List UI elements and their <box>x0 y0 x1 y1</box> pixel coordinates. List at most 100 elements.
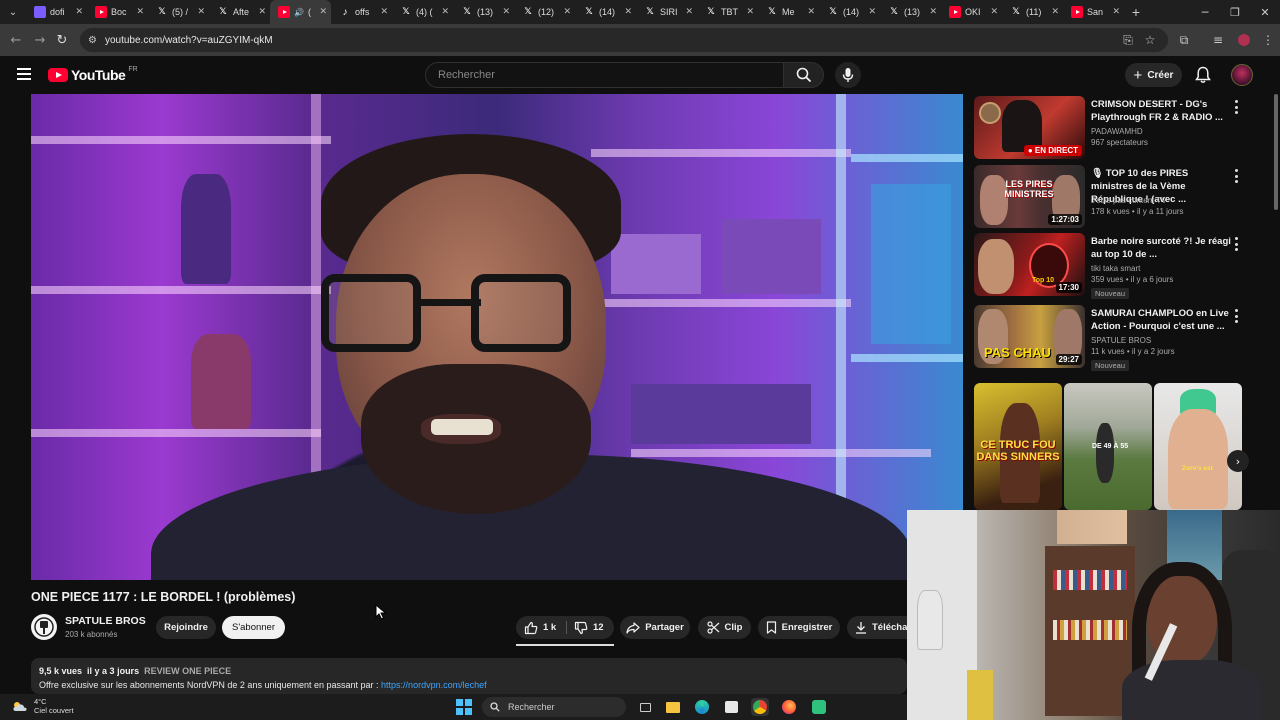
browser-tab[interactable]: 𝕏 SIRI ✕ <box>636 0 697 24</box>
close-tab-icon[interactable]: ✕ <box>624 7 632 17</box>
firefox-icon[interactable] <box>780 698 798 716</box>
edge-icon[interactable] <box>693 698 711 716</box>
dislike-button[interactable]: 12 <box>574 616 604 639</box>
app-icon[interactable] <box>810 698 828 716</box>
recommendation-item[interactable]: LES PIRES MINISTRES 1:27:03 🎙 TOP 10 des… <box>974 165 1270 229</box>
search-input[interactable] <box>438 69 758 81</box>
close-tab-icon[interactable]: ✕ <box>319 7 327 17</box>
description-box[interactable]: 9,5 k vues il y a 3 jours REVIEW ONE PIE… <box>31 658 907 694</box>
close-tab-icon[interactable]: ✕ <box>685 7 693 17</box>
browser-menu-icon[interactable]: ⋮ <box>1260 32 1276 48</box>
browser-tab[interactable]: 𝕏 Afte ✕ <box>209 0 270 24</box>
browser-tab[interactable]: 𝕏 Me ✕ <box>758 0 819 24</box>
tab-search-dropdown[interactable]: ⌄ <box>0 0 26 24</box>
recommendation-item[interactable]: PAS CHAU 29:27 SAMURAI CHAMPLOO en Live … <box>974 305 1270 371</box>
close-tab-icon[interactable]: ✕ <box>1051 7 1059 17</box>
menu-icon[interactable] <box>17 68 31 80</box>
video-tag[interactable]: REVIEW ONE PIECE <box>144 666 231 676</box>
short-item[interactable]: Zoro's est <box>1154 383 1242 510</box>
browser-tab[interactable]: 𝕏 (5) / ✕ <box>148 0 209 24</box>
close-tab-icon[interactable]: ✕ <box>746 7 754 17</box>
forward-icon[interactable]: → <box>28 28 52 52</box>
browser-tab[interactable]: 𝕏 (13) ✕ <box>880 0 941 24</box>
browser-tab[interactable]: 𝕏 (14) ✕ <box>575 0 636 24</box>
recommendation-channel[interactable]: PADAWAMHD <box>1091 127 1143 136</box>
shorts-next-button[interactable]: › <box>1227 450 1249 472</box>
browser-tab[interactable]: 𝕏 (11) ✕ <box>1002 0 1063 24</box>
recommendation-channel[interactable]: tiki taka smart <box>1091 264 1140 273</box>
browser-tab[interactable]: 𝕏 (14) ✕ <box>819 0 880 24</box>
audio-playing-icon[interactable]: 🔊 <box>294 8 304 17</box>
close-window-button[interactable]: ✕ <box>1250 0 1280 24</box>
video-player[interactable] <box>31 94 963 580</box>
account-avatar[interactable] <box>1231 64 1253 86</box>
close-tab-icon[interactable]: ✕ <box>1112 7 1120 17</box>
close-tab-icon[interactable]: ✕ <box>563 7 571 17</box>
weather-description[interactable]: Ciel couvert <box>34 706 74 715</box>
close-tab-icon[interactable]: ✕ <box>441 7 449 17</box>
subscribe-button[interactable]: S'abonner <box>222 616 285 639</box>
close-tab-icon[interactable]: ✕ <box>380 7 388 17</box>
minimize-button[interactable]: ─ <box>1190 0 1220 24</box>
close-tab-icon[interactable]: ✕ <box>929 7 937 17</box>
browser-tab[interactable]: 𝕏 (4) (✕ <box>392 0 453 24</box>
task-view-icon[interactable] <box>636 698 654 716</box>
recommendation-item[interactable]: Top 10 17:30 Barbe noire surcoté ?! Je r… <box>974 233 1270 299</box>
description-link[interactable]: https://nordvpn.com/lechef <box>381 680 487 690</box>
close-tab-icon[interactable]: ✕ <box>990 7 998 17</box>
windows-start-icon[interactable] <box>456 699 472 715</box>
recommendation-title[interactable]: SAMURAI CHAMPLOO en Live Action - Pourqu… <box>1091 307 1233 333</box>
browser-tab[interactable]: 🔊(✕ <box>270 0 331 24</box>
recommendation-channel[interactable]: SPATULE BROS <box>1091 336 1151 345</box>
close-tab-icon[interactable]: ✕ <box>807 7 815 17</box>
like-button[interactable]: 1 k <box>524 616 556 639</box>
bookmark-star-icon[interactable]: ☆ <box>1142 32 1158 48</box>
browser-tab[interactable]: OKI ✕ <box>941 0 1002 24</box>
recommendation-channel[interactable]: J'suis pas content TV <box>1091 196 1167 205</box>
address-bar[interactable]: ⚙ youtube.com/watch?v=auZGYIM-qkM <box>80 28 1168 52</box>
page-scrollbar[interactable] <box>1274 94 1278 210</box>
share-button[interactable]: Partager <box>620 616 690 639</box>
video-thumbnail[interactable]: PAS CHAU 29:27 <box>974 305 1085 368</box>
microsoft-store-icon[interactable] <box>722 698 740 716</box>
site-info-icon[interactable]: ⚙ <box>88 35 97 46</box>
close-tab-icon[interactable]: ✕ <box>258 7 266 17</box>
youtube-logo[interactable]: YouTube FR <box>48 66 138 83</box>
browser-tab[interactable]: 𝕏 (13) ✕ <box>453 0 514 24</box>
voice-search-button[interactable] <box>835 62 861 88</box>
more-options-icon[interactable] <box>1232 100 1240 114</box>
browser-tab[interactable]: 𝕏 TBT ✕ <box>697 0 758 24</box>
profile-icon[interactable] <box>1236 32 1252 48</box>
reload-icon[interactable]: ↻ <box>50 28 74 52</box>
notifications-bell-icon[interactable] <box>1195 66 1211 84</box>
video-thumbnail[interactable]: Top 10 17:30 <box>974 233 1085 296</box>
browser-tab[interactable]: ♪ offs ✕ <box>331 0 392 24</box>
install-app-icon[interactable]: ⎘ <box>1120 32 1136 48</box>
browser-tab[interactable]: Boc ✕ <box>87 0 148 24</box>
short-item[interactable]: CE TRUC FOU DANS SINNERS <box>974 383 1062 510</box>
chrome-icon[interactable] <box>751 698 769 716</box>
download-button[interactable]: Télécha <box>847 616 909 639</box>
clip-button[interactable]: Clip <box>698 616 751 639</box>
channel-name[interactable]: SPATULE BROS <box>65 615 146 627</box>
video-thumbnail[interactable]: ● EN DIRECT <box>974 96 1085 159</box>
create-button[interactable]: + Créer <box>1125 63 1182 87</box>
extensions-icon[interactable]: ⧉ <box>1176 32 1192 48</box>
browser-tab[interactable]: San ✕ <box>1063 0 1124 24</box>
recommendation-title[interactable]: Barbe noire surcoté ?! Je réagi au top 1… <box>1091 235 1233 261</box>
close-tab-icon[interactable]: ✕ <box>75 7 83 17</box>
recommendation-title[interactable]: CRIMSON DESERT - DG's Playthrough FR 2 &… <box>1091 98 1233 124</box>
recommendation-item[interactable]: ● EN DIRECT CRIMSON DESERT - DG's Playth… <box>974 96 1270 160</box>
media-controls-icon[interactable]: ≡ <box>1210 32 1226 48</box>
close-tab-icon[interactable]: ✕ <box>868 7 876 17</box>
channel-avatar[interactable] <box>31 614 57 640</box>
cloud-icon[interactable] <box>12 699 28 713</box>
join-button[interactable]: Rejoindre <box>156 616 216 639</box>
save-button[interactable]: Enregistrer <box>758 616 840 639</box>
more-options-icon[interactable] <box>1232 169 1240 183</box>
back-icon[interactable]: ← <box>4 28 28 52</box>
search-button[interactable] <box>783 62 824 88</box>
maximize-button[interactable]: ❐ <box>1220 0 1250 24</box>
short-item[interactable]: DE 49 À 55 <box>1064 383 1152 510</box>
taskbar-search[interactable]: Rechercher <box>482 697 626 717</box>
